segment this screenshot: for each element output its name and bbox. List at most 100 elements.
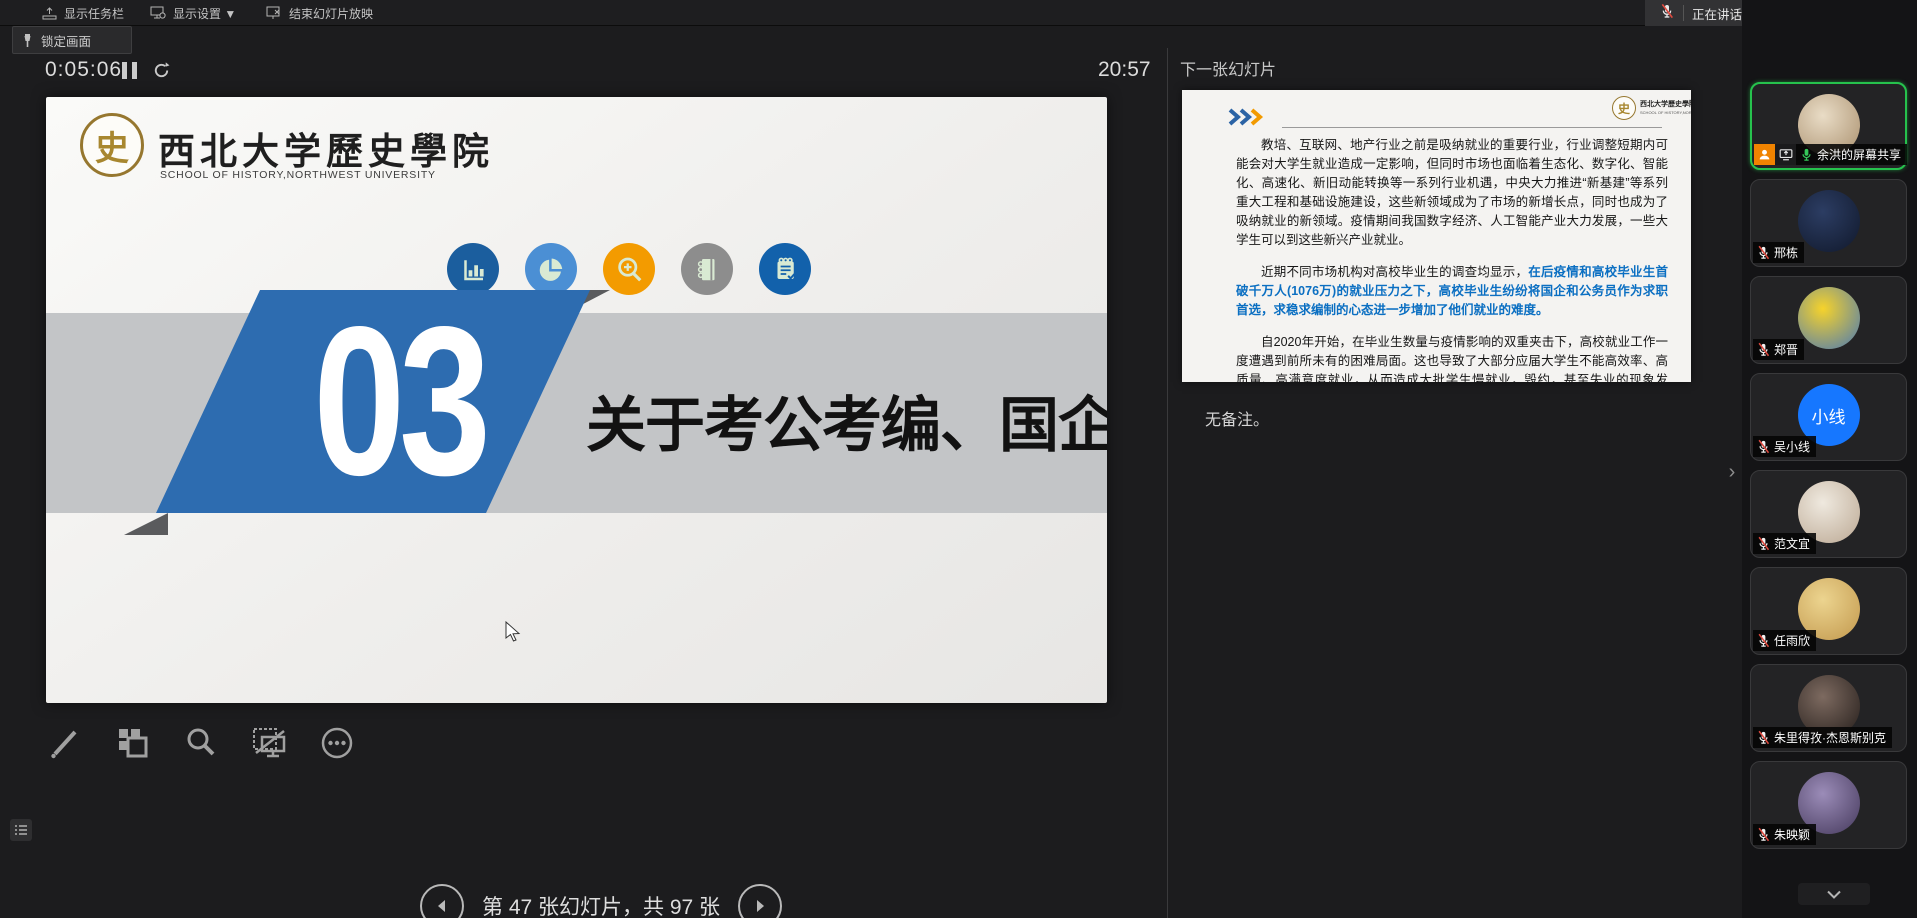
display-settings-button[interactable]: 显示设置 ▼ — [150, 0, 236, 26]
school-name-cn: 西北大学歷史學院 — [1640, 99, 1691, 109]
pie-chart-icon — [525, 243, 577, 295]
chevrons-decoration — [1228, 108, 1265, 126]
zoom-in-icon — [603, 243, 655, 295]
show-taskbar-label: 显示任务栏 — [64, 5, 124, 22]
participant-name-badge: 邢栋 — [1753, 242, 1804, 263]
participant-name: 吴小线 — [1774, 438, 1810, 455]
slides-grid-icon — [113, 723, 153, 763]
fold-shadow — [124, 513, 168, 535]
participant-name: 郑晋 — [1774, 341, 1798, 358]
participant-badges: 朱映颖 — [1753, 824, 1816, 845]
participant-badges: 任雨欣 — [1753, 630, 1816, 651]
more-options-button[interactable] — [315, 720, 359, 766]
participant-tile[interactable]: 范文宜 — [1750, 470, 1907, 558]
participant-name: 朱里得孜·杰恩斯别克 — [1774, 729, 1886, 746]
display-settings-label: 显示设置 ▼ — [173, 5, 236, 22]
paragraph: 自2020年开始，在毕业生数量与疫情影响的双重夹击下，高校就业工作一度遭遇到前所… — [1236, 333, 1668, 382]
section-number: 03 — [294, 303, 505, 499]
slide-counter: 第 47 张幻灯片，共 97 张 — [482, 891, 720, 918]
restart-timer-button[interactable] — [152, 61, 171, 85]
notepad-check-icon — [759, 243, 811, 295]
presentation-timer: 0:05:06 — [45, 58, 122, 82]
participant-tile[interactable]: 任雨欣 — [1750, 567, 1907, 655]
screen-share-icon — [1775, 144, 1796, 165]
university-seal: 史 — [1612, 96, 1636, 120]
end-slideshow-label: 结束幻灯片放映 — [289, 5, 373, 22]
previous-icon — [434, 898, 450, 914]
participant-name: 余洪的屏幕共享 — [1817, 146, 1901, 163]
lock-screen-button[interactable]: 锁定画面 — [12, 26, 132, 54]
muted-mic-icon — [1659, 3, 1675, 24]
lock-screen-label: 锁定画面 — [41, 31, 91, 50]
participants-sidebar: 余洪的屏幕共享 邢栋 郑晋小线 吴小线 范文宜 任雨欣 朱里得孜·杰恩斯别克 — [1742, 0, 1917, 918]
collapse-panel-handle[interactable]: › — [1724, 452, 1740, 492]
participant-badges: 范文宜 — [1753, 533, 1816, 554]
preview-body: 教培、互联网、地产行业之前是吸纳就业的重要行业，行业调整短期内可能会对大学生就业… — [1236, 136, 1668, 382]
black-screen-button[interactable] — [247, 720, 291, 766]
pin-icon — [21, 33, 34, 48]
display-settings-icon — [150, 6, 166, 20]
end-slideshow-icon — [266, 6, 282, 20]
see-all-slides-button[interactable] — [111, 720, 155, 766]
current-slide[interactable]: 史 西北大学歷史學院 SCHOOL OF HISTORY,NORTHWEST U… — [46, 97, 1107, 703]
participant-name: 任雨欣 — [1774, 632, 1810, 649]
ellipsis-icon — [317, 723, 357, 763]
top-bar: 显示任务栏 显示设置 ▼ 结束幻灯片放映 正在讲话: 余洪; — [0, 0, 1917, 26]
slide-counter-row: 第 47 张幻灯片，共 97 张 — [420, 884, 782, 918]
participant-tile[interactable]: 朱映颖 — [1750, 761, 1907, 849]
participant-badges: 吴小线 — [1753, 436, 1816, 457]
participant-badges: 余洪的屏幕共享 — [1754, 144, 1907, 165]
panel-divider — [1167, 48, 1168, 918]
school-name-en: SCHOOL OF HISTORY,NORTHWEST UNIVERSITY — [160, 169, 436, 181]
speaker-notes: 无备注。 — [1205, 406, 1269, 430]
pen-icon — [45, 723, 85, 763]
participant-tile[interactable]: 余洪的屏幕共享 — [1750, 82, 1907, 170]
participant-name-badge: 任雨欣 — [1753, 630, 1816, 651]
next-slide-header: 下一张幻灯片 — [1180, 56, 1276, 80]
next-slide-preview[interactable]: 史 西北大学歷史學院 SCHOOL OF HISTORY,NORTHWEST U… — [1182, 90, 1691, 382]
slide-title: 关于考公考编、国企民企 — [586, 377, 1106, 464]
taskbar-icon — [42, 7, 57, 20]
participant-badges: 朱里得孜·杰恩斯别克 — [1753, 727, 1892, 748]
divider — [1282, 127, 1662, 128]
presenter-badge-icon — [1754, 144, 1775, 165]
slide-decorative-icons — [447, 243, 811, 295]
wall-clock: 20:57 — [1098, 58, 1151, 82]
participant-tile[interactable]: 邢栋 — [1750, 179, 1907, 267]
participant-name-badge: 范文宜 — [1753, 533, 1816, 554]
participant-name-badge: 余洪的屏幕共享 — [1796, 144, 1907, 165]
divider — [1683, 5, 1684, 21]
avatar — [1798, 190, 1860, 252]
previous-slide-button[interactable] — [420, 884, 464, 918]
outline-panel-button[interactable] — [10, 819, 32, 841]
participant-tile[interactable]: 朱里得孜·杰恩斯别克 — [1750, 664, 1907, 752]
school-name-en: SCHOOL OF HISTORY,NORTHWEST UNIVERSITY — [1640, 110, 1691, 115]
participant-name-badge: 郑晋 — [1753, 339, 1804, 360]
participant-name: 范文宜 — [1774, 535, 1810, 552]
slideshow-toolbar — [43, 720, 359, 766]
paragraph: 近期不同市场机构对高校毕业生的调查均显示，在后疫情和高校毕业生首破千万人(107… — [1236, 263, 1668, 320]
participant-tile[interactable]: 郑晋 — [1750, 276, 1907, 364]
zoom-slide-button[interactable] — [179, 720, 223, 766]
magnifier-icon — [181, 723, 221, 763]
mouse-cursor — [505, 621, 522, 643]
participant-name: 朱映颖 — [1774, 826, 1810, 843]
end-slideshow-button[interactable]: 结束幻灯片放映 — [266, 0, 373, 26]
participant-badges: 郑晋 — [1753, 339, 1804, 360]
participant-badges: 邢栋 — [1753, 242, 1804, 263]
participant-tile[interactable]: 小线 吴小线 — [1750, 373, 1907, 461]
school-name-cn: 西北大学歷史學院 — [158, 121, 494, 175]
show-taskbar-button[interactable]: 显示任务栏 — [42, 0, 124, 26]
pause-timer-button[interactable] — [122, 62, 137, 79]
participant-name-badge: 朱映颖 — [1753, 824, 1816, 845]
next-slide-button[interactable] — [738, 884, 782, 918]
notebook-icon — [681, 243, 733, 295]
next-icon — [752, 898, 768, 914]
paragraph: 教培、互联网、地产行业之前是吸纳就业的重要行业，行业调整短期内可能会对大学生就业… — [1236, 136, 1668, 250]
pen-tool-button[interactable] — [43, 720, 87, 766]
participant-name-badge: 朱里得孜·杰恩斯别克 — [1753, 727, 1892, 748]
show-more-participants-button[interactable] — [1798, 883, 1870, 905]
chevron-down-icon — [1826, 890, 1842, 899]
university-seal: 史 — [80, 113, 144, 177]
participant-name-badge: 吴小线 — [1753, 436, 1816, 457]
